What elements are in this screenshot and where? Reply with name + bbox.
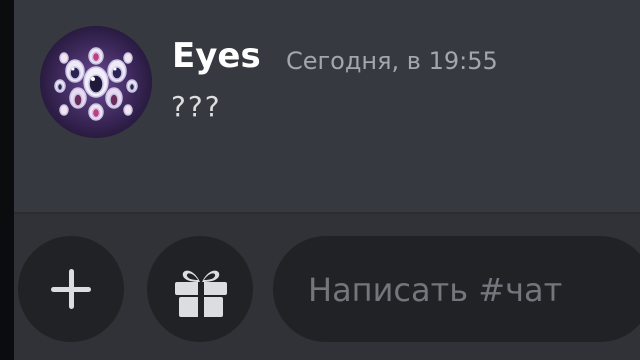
message-input-placeholder: Написать #чат: [308, 271, 563, 309]
message-input[interactable]: Написать #чат: [273, 236, 640, 342]
eyes-avatar-image: [40, 26, 152, 138]
add-attachment-button[interactable]: [18, 236, 124, 342]
message-timestamp: Сегодня, в 19:55: [286, 47, 498, 75]
chat-message: Eyes Сегодня, в 19:55 ???: [14, 0, 640, 212]
message-content: ???: [171, 90, 222, 123]
gift-button[interactable]: [147, 236, 253, 342]
left-edge-bar: [0, 0, 14, 360]
avatar[interactable]: [40, 26, 152, 138]
gift-icon: [175, 270, 227, 317]
message-author[interactable]: Eyes: [172, 36, 261, 76]
